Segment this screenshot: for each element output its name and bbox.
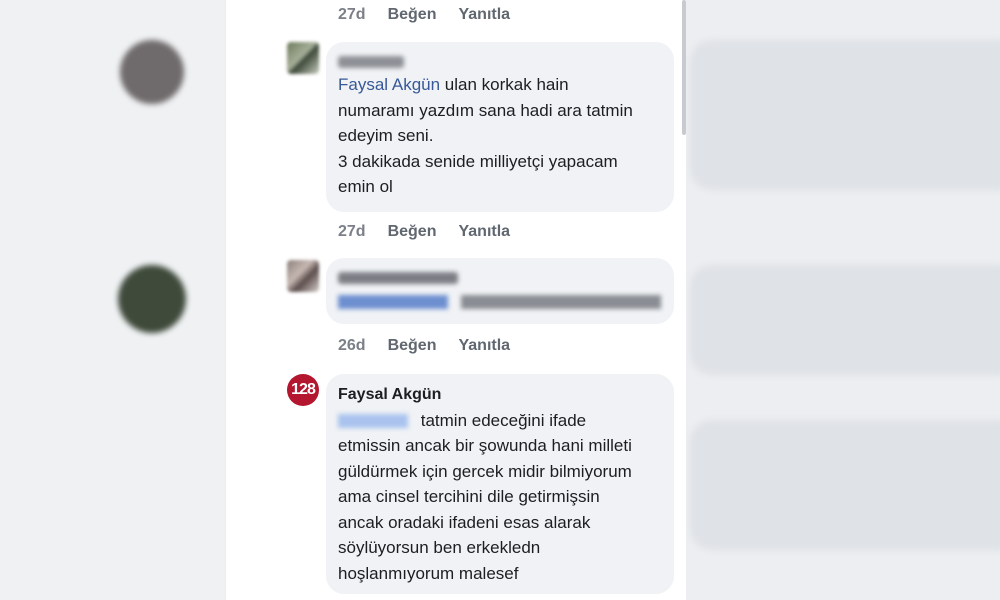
avatar[interactable] [287, 42, 319, 74]
background-bubble [690, 40, 1000, 190]
comment-actions: 27d Beğen Yanıtla [338, 223, 510, 241]
comment-text-line: hoşlanmıyorum malesef [338, 563, 519, 583]
reply-button[interactable]: Yanıtla [458, 223, 510, 241]
comment-text-line: söylüyorsun ben erkekledn [338, 538, 541, 557]
like-button[interactable]: Beğen [388, 337, 437, 355]
comment-time: 27d [338, 6, 366, 23]
comment-actions: 27d Beğen Yanıtla [338, 6, 510, 24]
comment-author[interactable] [338, 266, 662, 288]
avatar[interactable]: 128 [287, 374, 319, 406]
reply-button[interactable]: Yanıtla [458, 6, 510, 24]
comment-bubble: Faysal Akgün tatmin edeceğini ifade etmi… [326, 374, 674, 594]
comment-text-line: ulan korkak hain [444, 75, 569, 94]
like-button[interactable]: Beğen [388, 6, 437, 24]
comment-author[interactable] [338, 50, 662, 72]
blurred-mention [338, 414, 408, 429]
comment-text-line: 3 dakikada senide milliyetçi yapacam [338, 151, 618, 171]
avatar-badge-label: 128 [291, 381, 316, 398]
comment-text-line: güldürmek için gercek midir bilmiyorum [338, 461, 632, 481]
background-bubble [690, 420, 1000, 550]
comment-text-line: edeyim seni. [338, 126, 434, 145]
background-avatar [118, 265, 186, 333]
comment-actions: 26d Beğen Yanıtla [338, 337, 510, 355]
comment-time: 26d [338, 337, 366, 354]
comment-text-line: ancak oradaki ifadeni esas alarak [338, 512, 591, 532]
comment-text-line: tatmin edeceğini ifade [420, 410, 587, 430]
scrollbar[interactable] [682, 0, 686, 135]
mention-link[interactable]: Faysal Akgün [338, 75, 440, 94]
comment-text-line: etmissin ancak bir şowunda hani milleti [338, 436, 632, 455]
comment-text-line: emin ol [338, 177, 393, 196]
comment-time: 27d [338, 223, 366, 240]
reply-button[interactable]: Yanıtla [458, 337, 510, 355]
background-avatar [120, 40, 184, 104]
comment-author[interactable]: Faysal Akgün [338, 382, 662, 408]
blurred-comment-text [338, 288, 662, 314]
comment-text-line: ama cinsel tercihini dile getirmişsin [338, 487, 600, 506]
comment-bubble [326, 258, 674, 324]
avatar[interactable] [287, 260, 319, 292]
comment-text-line: numaramı yazdım sana hadi ara tatmin [338, 100, 633, 120]
background-bubble [690, 265, 1000, 375]
like-button[interactable]: Beğen [388, 223, 437, 241]
comment-bubble: Faysal Akgün ulan korkak hain numaramı y… [326, 42, 674, 212]
